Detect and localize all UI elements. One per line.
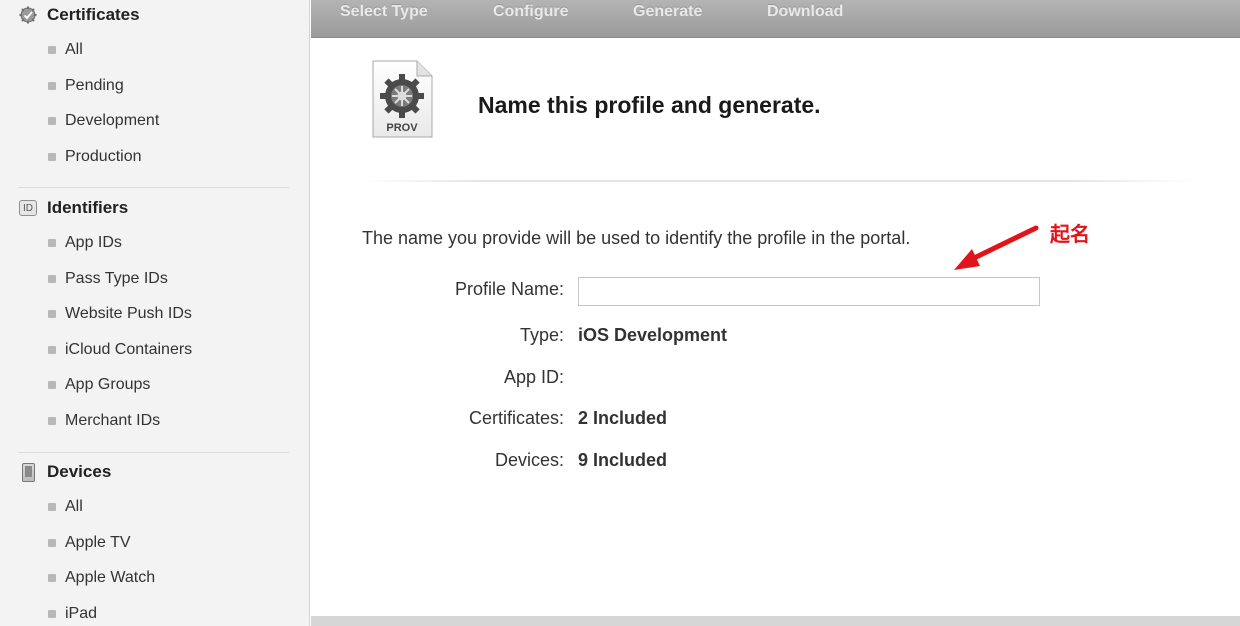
step-select-type[interactable]: Select Type	[340, 0, 428, 24]
certificates-value: 2 Included	[578, 408, 668, 428]
certificates-label: Certificates:	[468, 408, 564, 428]
devices-label: Devices:	[494, 450, 564, 470]
intro-text: The name you provide will be used to ide…	[362, 228, 911, 248]
page-title: Name this profile and generate.	[478, 92, 821, 118]
sidebar-item-certificates-all[interactable]: All	[48, 39, 83, 61]
bullet-icon	[48, 275, 56, 283]
sidebar-item-app-ids[interactable]: App IDs	[48, 232, 122, 254]
sidebar: Certificates All Pending Development Pro…	[0, 0, 310, 626]
annotation-arrow-icon	[954, 225, 1039, 270]
sidebar-section-label: Devices	[47, 462, 112, 481]
sidebar-item-apple-watch[interactable]: Apple Watch	[48, 567, 155, 589]
id-badge-icon: ID	[18, 198, 38, 218]
sidebar-item-merchant-ids[interactable]: Merchant IDs	[48, 410, 160, 432]
sidebar-section-devices[interactable]: Devices	[18, 461, 111, 483]
sidebar-section-identifiers[interactable]: ID Identifiers	[18, 197, 128, 219]
bullet-icon	[48, 574, 56, 582]
bullet-icon	[48, 46, 56, 54]
id-badge: ID	[19, 200, 37, 216]
sidebar-item-app-groups[interactable]: App Groups	[48, 374, 150, 396]
sidebar-item-certificates-development[interactable]: Development	[48, 110, 159, 132]
sidebar-item-label: Apple TV	[65, 534, 131, 551]
annotation-label: 起名	[1050, 222, 1090, 246]
sidebar-item-devices-all[interactable]: All	[48, 496, 83, 518]
section-divider	[360, 180, 1194, 182]
sidebar-item-label: Production	[65, 148, 142, 165]
sidebar-item-label: Website Push IDs	[65, 305, 192, 322]
bullet-icon	[48, 310, 56, 318]
sidebar-divider	[18, 187, 289, 188]
sidebar-item-icloud-containers[interactable]: iCloud Containers	[48, 339, 192, 361]
sidebar-section-label: Certificates	[47, 5, 140, 24]
sidebar-divider	[18, 452, 289, 453]
step-download[interactable]: Download	[767, 0, 843, 24]
step-generate[interactable]: Generate	[633, 0, 702, 24]
profile-name-label: Profile Name:	[454, 279, 564, 299]
bullet-icon	[48, 82, 56, 90]
sidebar-item-certificates-pending[interactable]: Pending	[48, 75, 124, 97]
sidebar-item-label: App IDs	[65, 234, 122, 251]
bullet-icon	[48, 417, 56, 425]
step-bar: Select Type Configure Generate Download	[311, 0, 1240, 38]
sidebar-item-ipad[interactable]: iPad	[48, 603, 97, 625]
step-configure[interactable]: Configure	[493, 0, 569, 24]
sidebar-item-label: Apple Watch	[65, 569, 156, 586]
sidebar-item-label: iCloud Containers	[65, 341, 193, 358]
sidebar-item-apple-tv[interactable]: Apple TV	[48, 532, 131, 554]
sidebar-item-label: iPad	[65, 605, 98, 622]
bullet-icon	[48, 346, 56, 354]
bullet-icon	[48, 503, 56, 511]
bottom-bar	[311, 616, 1240, 626]
type-label: Type:	[519, 325, 564, 345]
devices-value: 9 Included	[578, 450, 668, 470]
sidebar-item-pass-type-ids[interactable]: Pass Type IDs	[48, 268, 168, 290]
bullet-icon	[48, 381, 56, 389]
sidebar-item-website-push-ids[interactable]: Website Push IDs	[48, 303, 192, 325]
sidebar-item-label: All	[65, 498, 83, 515]
sidebar-item-label: Pass Type IDs	[65, 270, 168, 287]
bullet-icon	[48, 610, 56, 618]
sidebar-item-label: App Groups	[65, 376, 151, 393]
bullet-icon	[48, 117, 56, 125]
sidebar-item-label: All	[65, 41, 83, 58]
bullet-icon	[48, 539, 56, 547]
certificate-gear-icon	[18, 5, 38, 25]
sidebar-section-label: Identifiers	[47, 198, 129, 217]
type-value: iOS Development	[578, 325, 728, 345]
bullet-icon	[48, 239, 56, 247]
prov-label: PROV	[386, 122, 418, 134]
sidebar-item-label: Pending	[65, 77, 124, 94]
sidebar-item-label: Merchant IDs	[65, 412, 161, 429]
iphone-icon	[18, 462, 38, 482]
sidebar-item-certificates-production[interactable]: Production	[48, 146, 142, 168]
provisioning-profile-icon: PROV	[369, 58, 435, 140]
sidebar-section-certificates[interactable]: Certificates	[18, 4, 140, 26]
bullet-icon	[48, 153, 56, 161]
app-id-label: App ID:	[503, 367, 564, 387]
sidebar-item-label: Development	[65, 112, 160, 129]
